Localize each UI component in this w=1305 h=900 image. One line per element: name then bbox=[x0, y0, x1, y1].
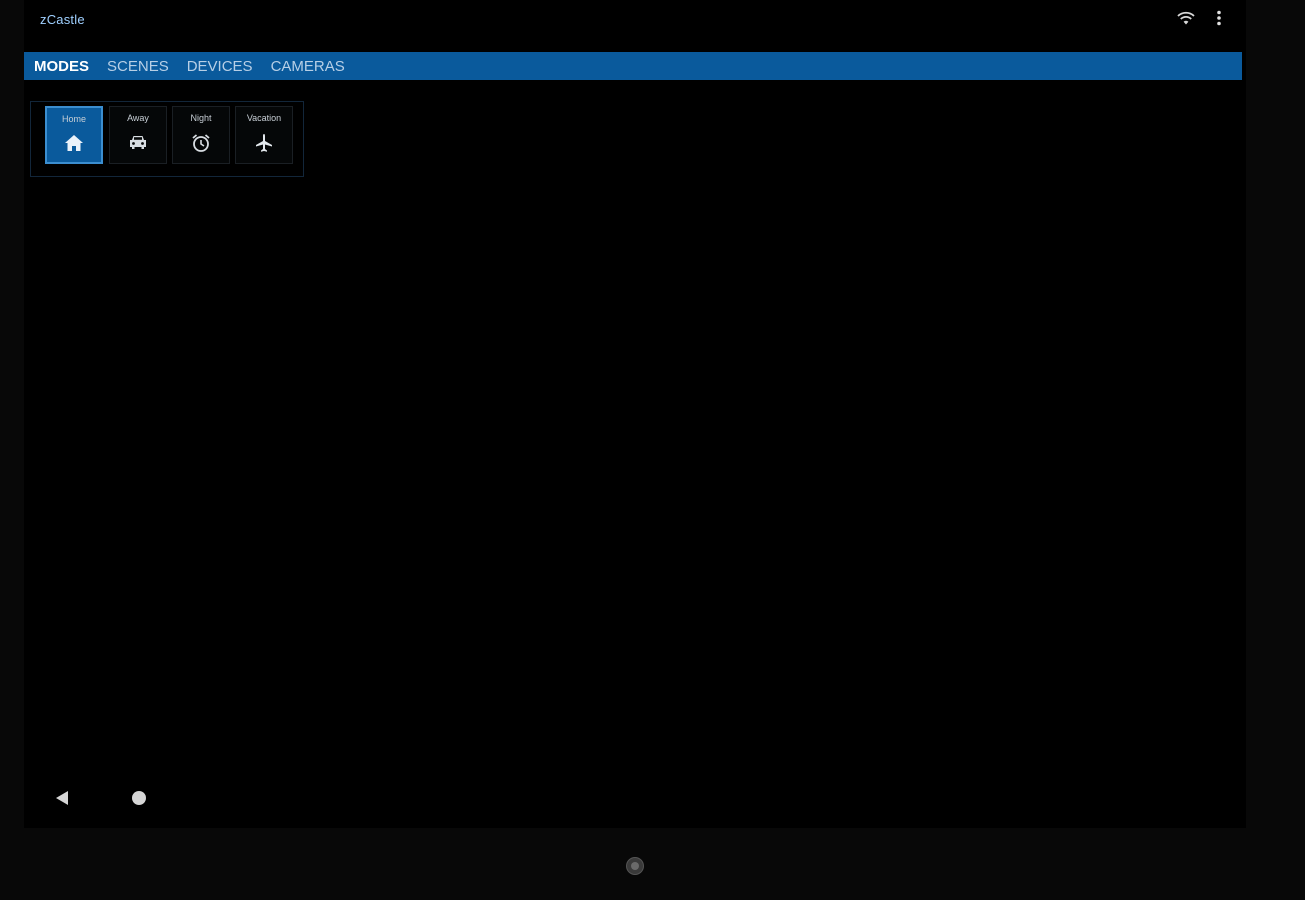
mode-label: Away bbox=[127, 113, 149, 123]
mode-label: Night bbox=[190, 113, 212, 123]
device-frame: zCastle MODES SCENES DEVICES CAMERAS Hom… bbox=[0, 0, 1305, 900]
tab-scenes[interactable]: SCENES bbox=[107, 58, 169, 75]
status-icons bbox=[1176, 10, 1222, 31]
mode-vacation-button[interactable]: Vacation bbox=[235, 106, 293, 164]
tab-devices[interactable]: DEVICES bbox=[187, 58, 253, 75]
home-circle-icon[interactable] bbox=[132, 791, 146, 805]
app-screen: zCastle MODES SCENES DEVICES CAMERAS Hom… bbox=[24, 0, 1246, 828]
mode-night-button[interactable]: Night bbox=[172, 106, 230, 164]
modes-panel: Home Away Night Vacation bbox=[30, 101, 304, 177]
tab-modes[interactable]: MODES bbox=[34, 58, 89, 75]
mode-home-button[interactable]: Home bbox=[45, 106, 103, 164]
home-icon bbox=[47, 134, 101, 152]
car-icon bbox=[110, 133, 166, 151]
tab-cameras[interactable]: CAMERAS bbox=[271, 58, 345, 75]
device-home-button[interactable] bbox=[626, 857, 644, 875]
alarm-clock-icon bbox=[173, 133, 229, 153]
back-triangle-icon[interactable] bbox=[54, 790, 70, 811]
mode-label: Home bbox=[61, 114, 86, 124]
mode-away-button[interactable]: Away bbox=[109, 106, 167, 164]
mode-label: Vacation bbox=[246, 113, 282, 123]
airplane-icon bbox=[236, 133, 292, 153]
app-title: zCastle bbox=[40, 12, 85, 27]
tab-bar: MODES SCENES DEVICES CAMERAS bbox=[24, 52, 1242, 80]
more-vert-icon[interactable] bbox=[1216, 10, 1222, 31]
wifi-icon bbox=[1176, 10, 1196, 31]
